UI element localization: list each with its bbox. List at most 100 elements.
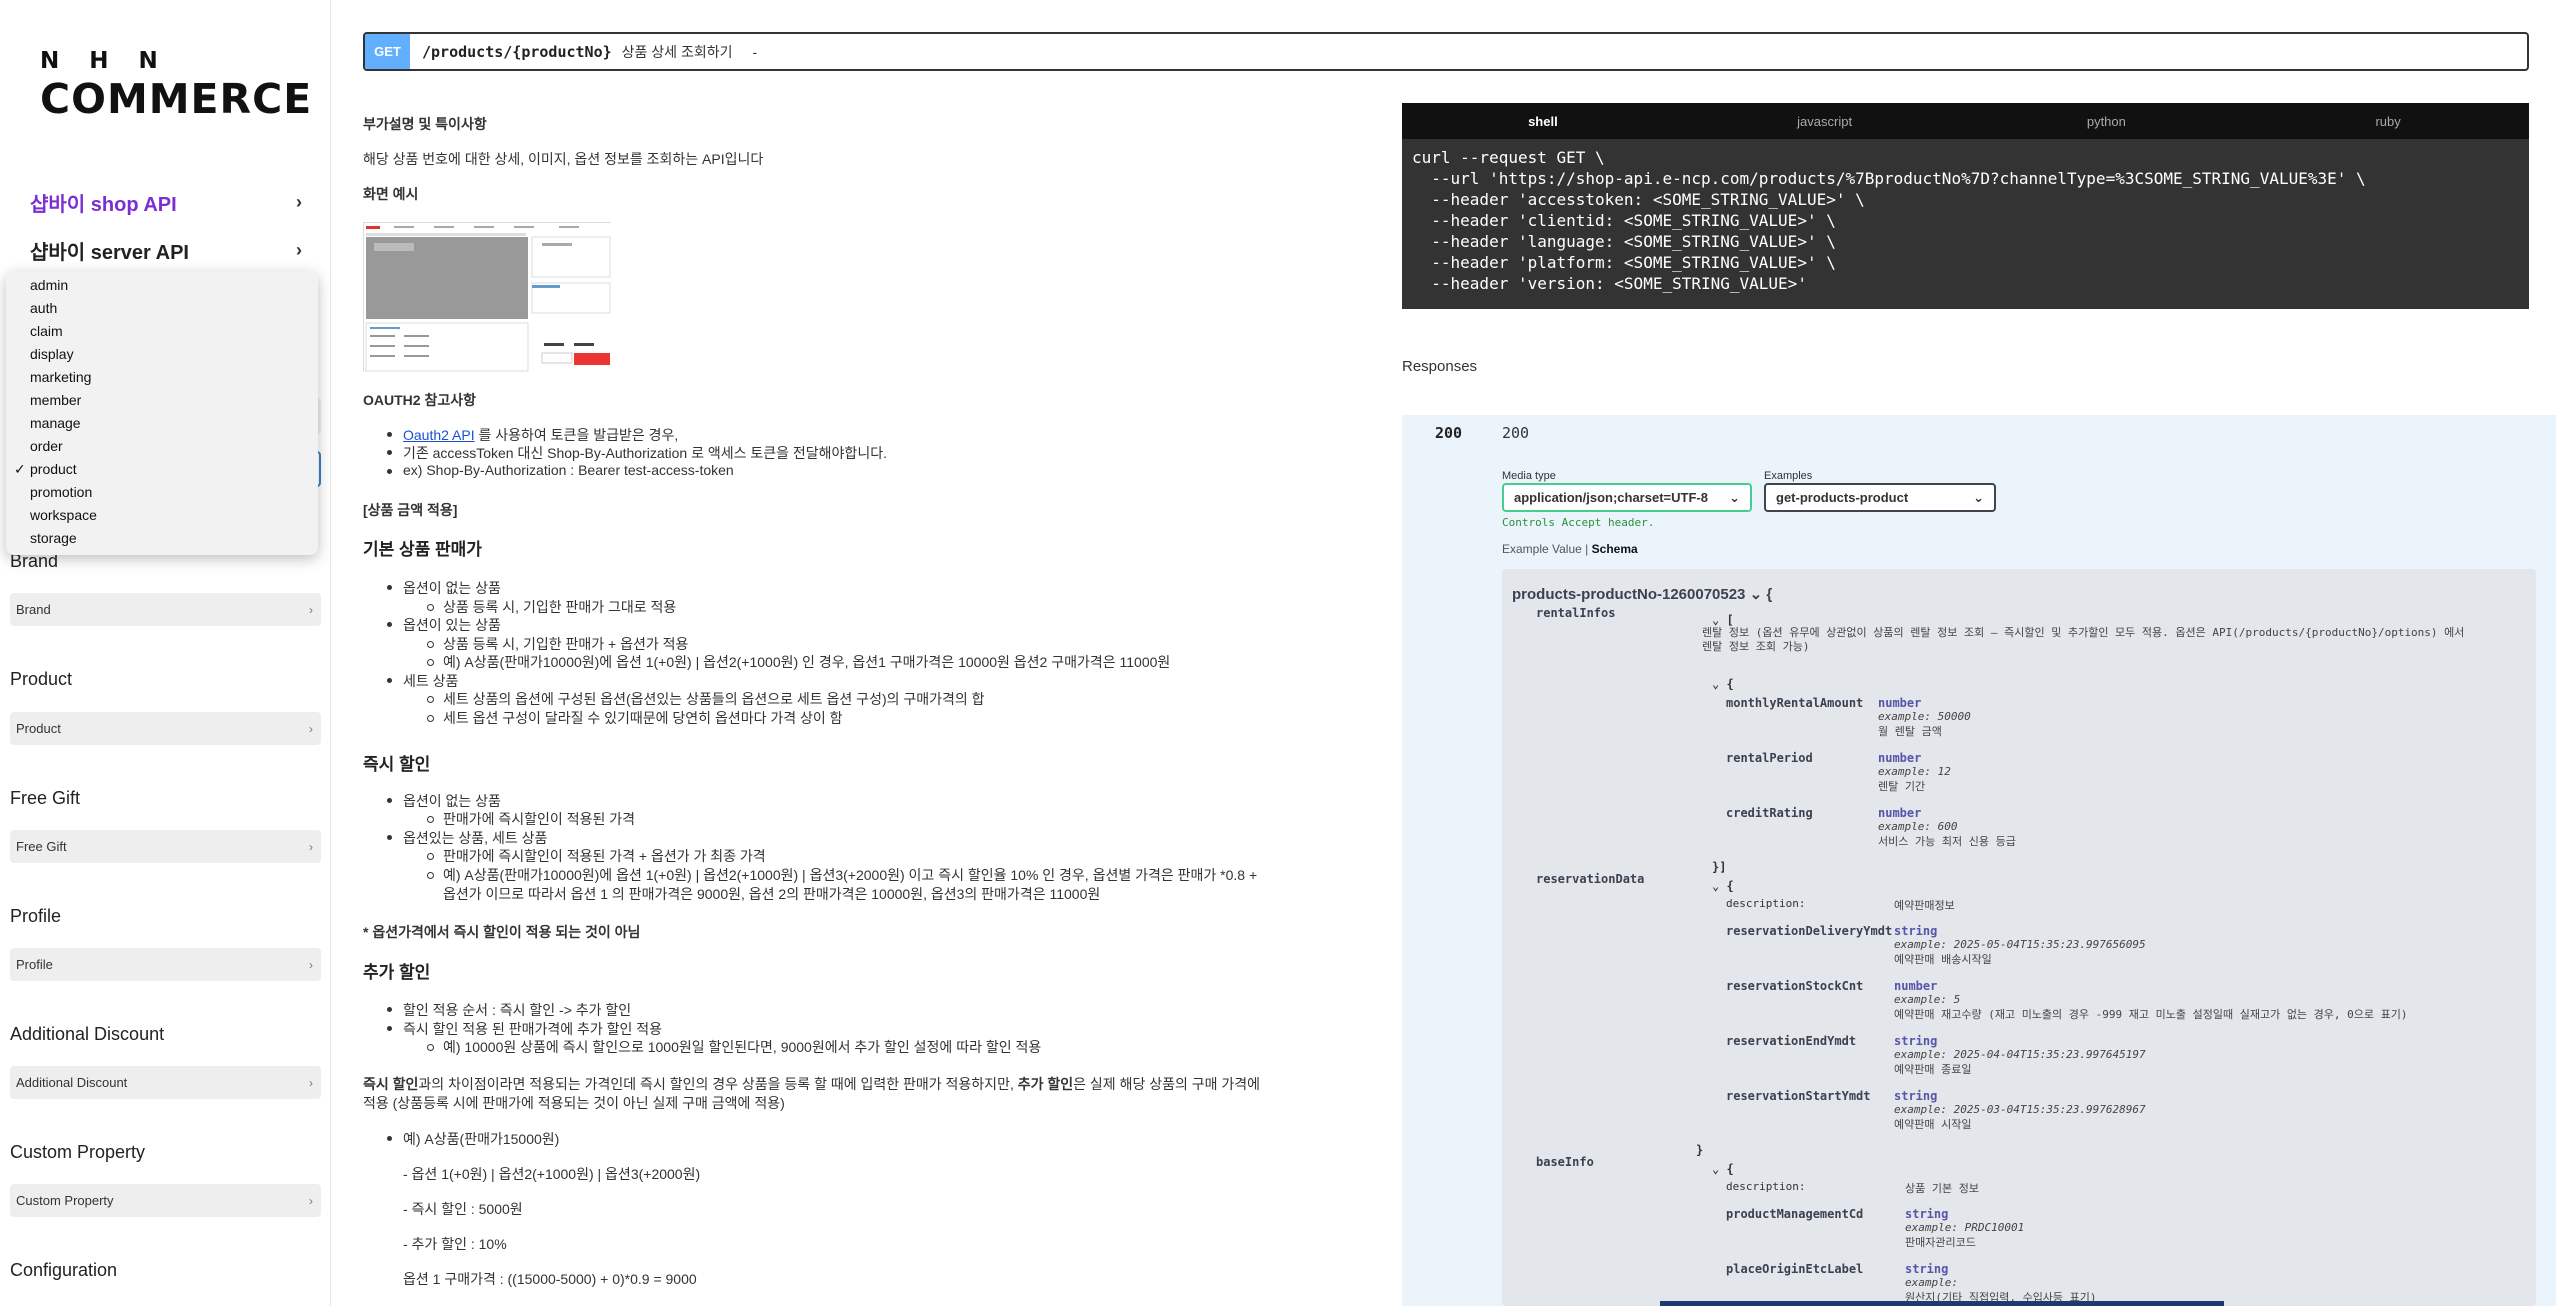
type-number: number xyxy=(1878,696,1922,710)
oauth-bullet-3: ex) Shop-By-Authorization : Bearer test-… xyxy=(387,462,734,478)
chevron-right-icon: › xyxy=(309,1075,313,1090)
base-bullet-3-sub-1: 세트 상품의 옵션에 구성된 옵션(옵션있는 상품들의 옵션으로 세트 옵션 구… xyxy=(427,691,985,707)
nhn-commerce-logo[interactable]: N H N COMMERCE xyxy=(40,48,311,120)
profile-select-value: Profile xyxy=(16,957,53,972)
chevron-right-icon: › xyxy=(309,602,313,617)
tab-example-value[interactable]: Example Value xyxy=(1502,542,1582,556)
option-label: manage xyxy=(30,415,81,431)
tab-shell[interactable]: shell xyxy=(1402,103,1684,139)
logo-top-text: N H N xyxy=(40,48,169,74)
option-label: claim xyxy=(30,323,63,339)
code-line: --header 'platform: <SOME_STRING_VALUE>'… xyxy=(1412,253,1836,272)
dropdown-option-marketing[interactable]: marketing xyxy=(6,366,318,389)
dropdown-option-order[interactable]: order xyxy=(6,435,318,458)
oauth-bullet-1: Oauth2 API 를 사용하여 토큰을 발급받은 경우, xyxy=(386,425,678,445)
operation-summary-bar[interactable]: GET /products/{productNo} 상품 상세 조회하기 - xyxy=(363,32,2529,71)
language-tabs: shell javascript python ruby xyxy=(1402,103,2529,139)
free-gift-select[interactable]: Free Gift › xyxy=(10,830,321,863)
chevron-right-icon: › xyxy=(309,1193,313,1208)
media-type-select[interactable]: application/json;charset=UTF-8 ⌄ xyxy=(1502,483,1752,512)
heading-screen-example: 화면 예시 xyxy=(363,186,419,202)
example-value: example: 2025-04-04T15:35:23.997645197 xyxy=(1894,1048,2146,1061)
extra-bullet-1: 할인 적용 순서 : 즉시 할인 -> 추가 할인 xyxy=(386,1002,632,1018)
rentalInfos-desc-1: 렌탈 정보 (옵션 유무에 상관없이 상품의 렌탈 정보 조회 – 즉시할인 및… xyxy=(1702,626,2465,639)
dropdown-option-display[interactable]: display xyxy=(6,343,318,366)
dropdown-option-product[interactable]: ✓ product xyxy=(6,458,318,481)
chevron-down-icon: ⌄ xyxy=(1973,489,1984,505)
description-label: description: xyxy=(1726,897,1806,910)
type-number: number xyxy=(1878,751,1922,765)
operation-dash: - xyxy=(752,43,758,60)
nav-shop-api[interactable]: 샵바이 shop API › xyxy=(30,188,302,217)
type-string: string xyxy=(1894,1089,1938,1103)
option-label: workspace xyxy=(30,507,97,523)
chevron-right-icon: › xyxy=(296,192,302,212)
brand-select[interactable]: Brand › xyxy=(10,593,321,626)
tab-ruby[interactable]: ruby xyxy=(2247,103,2529,139)
controls-accept-note: Controls Accept header. xyxy=(1502,516,1655,529)
heading-price-apply: [상품 금액 적용] xyxy=(363,502,458,518)
dropdown-option-storage[interactable]: storage xyxy=(6,527,318,550)
example-value: example: 2025-03-04T15:35:23.997628967 xyxy=(1894,1103,2146,1116)
tab-schema[interactable]: Schema xyxy=(1592,542,1638,556)
reservationData-toggle[interactable]: ⌄ { xyxy=(1712,879,1734,893)
dropdown-option-manage[interactable]: manage xyxy=(6,412,318,435)
profile-select[interactable]: Profile › xyxy=(10,948,321,981)
sidebar: N H N COMMERCE 샵바이 shop API › 샵바이 server… xyxy=(0,0,331,1306)
tab-python[interactable]: python xyxy=(1966,103,2248,139)
examples-select[interactable]: get-products-product ⌄ xyxy=(1764,483,1996,512)
prop-monthlyRentalAmount: monthlyRentalAmount xyxy=(1726,696,1864,710)
instant-bullet-2-sub-2-cont: 옵션가 이므로 따라서 옵션 1 의 판매가격은 9000원, 옵션 2의 판매… xyxy=(443,886,1101,902)
extra-bullet-2-sub-1: 예) 10000원 상품에 즉시 할인으로 1000원일 할인된다면, 9000… xyxy=(426,1039,1042,1055)
product-select[interactable]: Product › xyxy=(10,712,321,745)
prop-desc: 월 렌탈 금액 xyxy=(1878,725,1942,738)
chevron-right-icon: › xyxy=(296,240,302,260)
code-line: --header 'accesstoken: <SOME_STRING_VALU… xyxy=(1412,190,1865,209)
prop-creditRating: creditRating xyxy=(1726,806,1813,820)
response-200-panel: 200 200 Media type application/json;char… xyxy=(1402,415,2556,1306)
schema-model-title[interactable]: products-productNo-1260070523 ⌄ { xyxy=(1512,585,1772,603)
additional-discount-select[interactable]: Additional Discount › xyxy=(10,1066,321,1099)
dropdown-option-auth[interactable]: auth xyxy=(6,297,318,320)
example-calc: 옵션 1 구매가격 : ((15000-5000) + 0)*0.9 = 900… xyxy=(403,1271,697,1287)
code-sample-panel: shell javascript python ruby curl --requ… xyxy=(1402,103,2529,309)
screen-example-image xyxy=(363,222,612,373)
diff-end-text: 은 실제 해당 상품의 구매 가격에 xyxy=(1073,1076,1261,1092)
diff-paragraph: 즉시 할인과의 차이점이라면 적용되는 가격인데 즉시 할인의 경우 상품을 등… xyxy=(363,1074,1260,1094)
option-label: admin xyxy=(30,277,69,293)
chevron-down-icon: ⌄ xyxy=(1729,489,1740,505)
dropdown-option-claim[interactable]: claim xyxy=(6,320,318,343)
rental-obj-toggle[interactable]: ⌄ { xyxy=(1712,677,1734,691)
example-item-bullet: 예) A상품(판매가15000원) xyxy=(386,1131,560,1147)
dropdown-option-admin[interactable]: admin xyxy=(6,274,318,297)
instant-bullet-2: 옵션있는 상품, 세트 상품 xyxy=(386,830,548,846)
media-type-value: application/json;charset=UTF-8 xyxy=(1514,490,1708,505)
prop-reservationDeliveryYmdt: reservationDeliveryYmdt xyxy=(1726,924,1893,938)
dropdown-option-promotion[interactable]: promotion xyxy=(6,481,318,504)
operation-summary: 상품 상세 조회하기 xyxy=(621,43,733,60)
prop-rentalInfos: rentalInfos xyxy=(1536,606,1616,620)
extra-bullet-2: 즉시 할인 적용 된 판매가격에 추가 할인 적용 xyxy=(386,1021,663,1037)
diff-bold-additional: 추가 할인 xyxy=(1017,1076,1074,1092)
operation-path: /products/{productNo} xyxy=(422,42,612,61)
prop-desc: 판매자관리코드 xyxy=(1905,1236,1976,1249)
tab-javascript[interactable]: javascript xyxy=(1684,103,1966,139)
chevron-down-icon: ⌄ xyxy=(1712,1162,1720,1176)
bottom-scroll-strip xyxy=(1660,1301,2224,1306)
example-value: example: 50000 xyxy=(1878,710,1971,723)
diff-mid-text: 과의 차이점이라면 적용되는 가격인데 즉시 할인의 경우 상품을 등록 할 때… xyxy=(418,1076,1018,1092)
api-group-dropdown[interactable]: admin auth claim display marketing membe… xyxy=(6,271,318,555)
custom-property-select[interactable]: Custom Property › xyxy=(10,1184,321,1217)
type-string: string xyxy=(1894,924,1938,938)
checkmark-icon: ✓ xyxy=(14,461,26,477)
nav-server-api[interactable]: 샵바이 server API › xyxy=(30,236,302,265)
dropdown-option-member[interactable]: member xyxy=(6,389,318,412)
option-label: auth xyxy=(30,300,58,316)
code-block[interactable]: curl --request GET \ --url 'https://shop… xyxy=(1402,139,2529,302)
dropdown-option-workspace[interactable]: workspace xyxy=(6,504,318,527)
nav-shop-api-label: 샵바이 shop API xyxy=(30,194,177,216)
heading-additional-discount: 추가 할인 xyxy=(363,963,431,982)
reservationData-desc: 예약판매정보 xyxy=(1894,899,1955,912)
oauth2-api-link[interactable]: Oauth2 API xyxy=(403,427,475,443)
baseInfo-toggle[interactable]: ⌄ { xyxy=(1712,1162,1734,1176)
